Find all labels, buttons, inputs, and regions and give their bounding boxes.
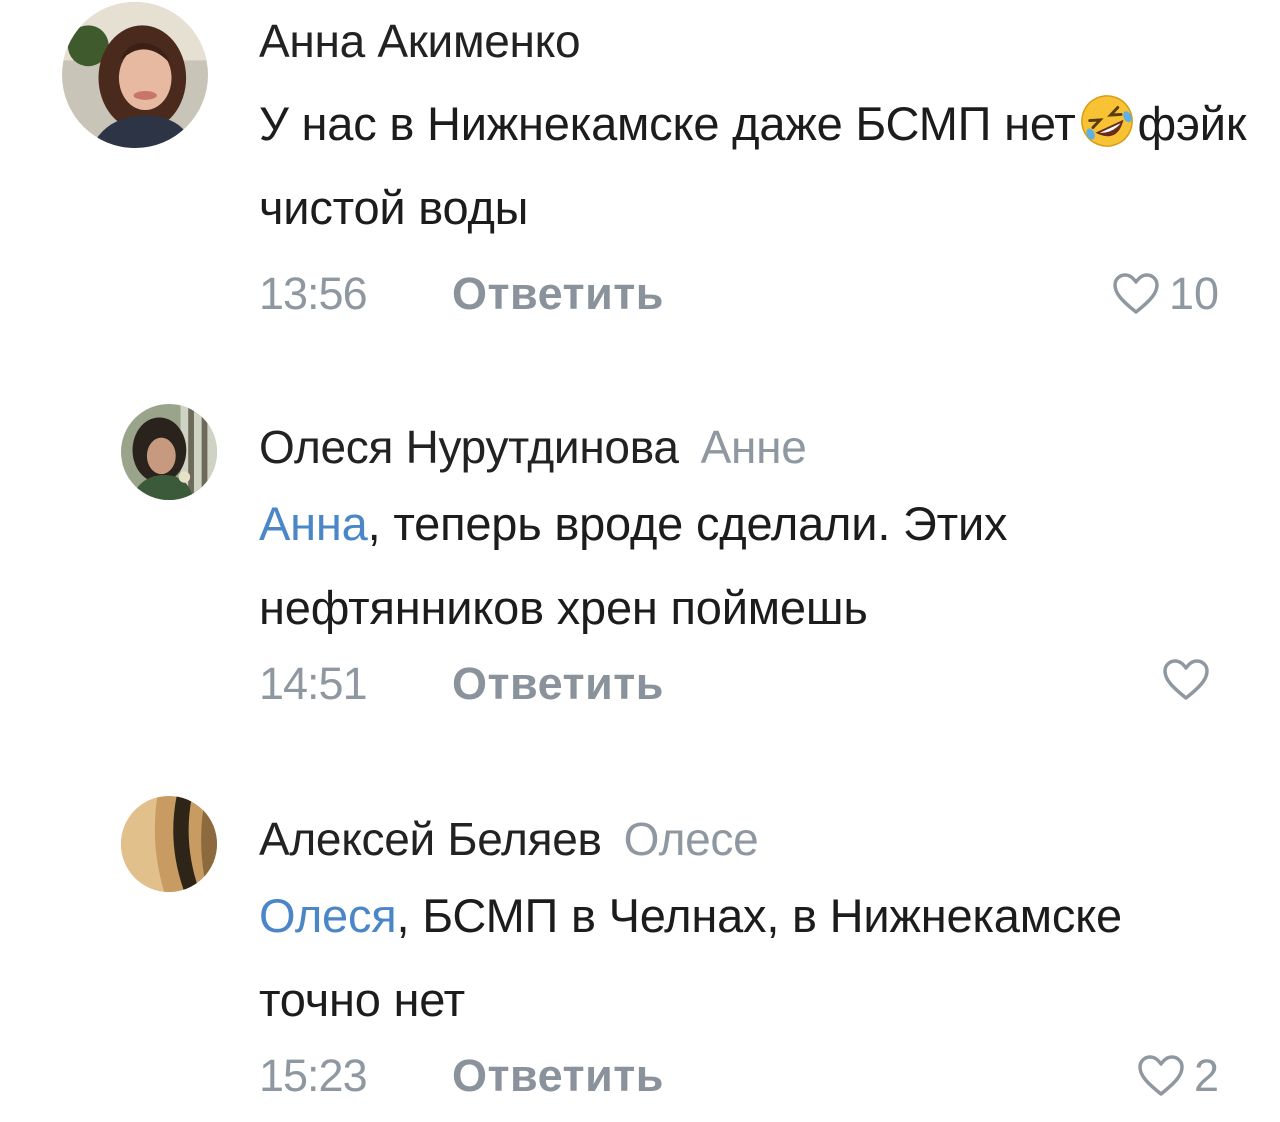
mention-link[interactable]: Анна [259,497,368,550]
reply-to-name[interactable]: Анне [701,421,807,473]
avatar[interactable] [121,404,217,500]
author-name[interactable]: Олеся Нурутдинова [259,421,679,473]
comment-meta: 14:51 Ответить [259,658,1219,718]
comment-author: Алексей Беляев Олесе [259,812,759,866]
mention-link[interactable]: Олеся [259,889,397,942]
reply-button[interactable]: Ответить [452,268,664,320]
reply-button[interactable]: Ответить [452,658,664,710]
like-button[interactable]: 10 [1111,268,1219,320]
comment-time: 14:51 [259,658,368,709]
reply-to-name[interactable]: Олесе [624,813,759,865]
comment-time: 13:56 [259,268,368,319]
like-button[interactable]: 2 [1136,1050,1219,1102]
heart-outline-icon [1138,1055,1184,1096]
avatar-image [121,796,217,892]
author-name[interactable]: Анна Акименко [259,15,581,67]
rolling-on-floor-laughing-icon [1078,92,1136,150]
avatar[interactable] [62,2,208,148]
comment-meta: 13:56 Ответить 10 [259,268,1219,328]
comment-text-part: , теперь вроде сделали. Этих нефтянников… [259,497,1008,634]
comment-meta: 15:23 Ответить 2 [259,1050,1219,1110]
author-name[interactable]: Алексей Беляев [259,813,602,865]
reply-button[interactable]: Ответить [452,1050,664,1102]
comment-text-part: У нас в Нижнекамске даже БСМП нет [259,97,1076,150]
avatar-image [62,2,208,148]
heart-outline-icon [1113,273,1159,314]
comment-time: 15:23 [259,1050,368,1101]
like-button[interactable] [1161,658,1219,702]
comment-author[interactable]: Анна Акименко [259,14,581,68]
comment-text: Олеся, БСМП в Челнах, в Нижнекамске точн… [259,874,1249,1042]
like-count: 2 [1193,1050,1219,1101]
heart-outline-icon [1163,659,1209,700]
comment-author: Олеся Нурутдинова Анне [259,420,807,474]
avatar-image [121,404,217,500]
comment-text: У нас в Нижнекамске даже БСМП нет фэйк ч… [259,82,1249,250]
avatar[interactable] [121,796,217,892]
like-count: 10 [1168,268,1219,319]
comment-text: Анна, теперь вроде сделали. Этих нефтянн… [259,482,1249,650]
